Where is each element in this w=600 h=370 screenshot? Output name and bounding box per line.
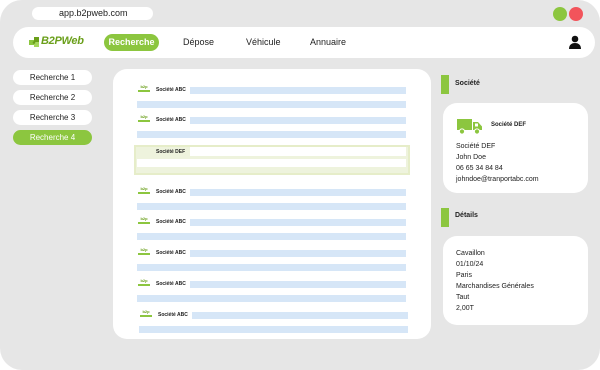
nav-annuaire[interactable]: Annuaire bbox=[310, 35, 346, 49]
top-navbar: B2PWeb Recherche Dépose Véhicule Annuair… bbox=[13, 27, 595, 58]
details-section-title: Détails bbox=[455, 212, 478, 219]
detail-origin: Cavaillon bbox=[456, 250, 485, 257]
result-row[interactable]: b2p Société ABC bbox=[113, 74, 431, 108]
company-section-title: Société bbox=[455, 80, 480, 87]
app-window: app.b2pweb.com B2PWeb Recherche Dépose V… bbox=[0, 0, 600, 370]
placeholder-line bbox=[190, 117, 406, 124]
company-name: Société ABC bbox=[156, 219, 186, 225]
placeholder-line bbox=[190, 219, 406, 226]
placeholder-line bbox=[139, 326, 408, 333]
result-row[interactable]: b2p Société ABC bbox=[113, 268, 431, 302]
card-company-name: Société DEF bbox=[491, 122, 527, 128]
url-bar[interactable]: app.b2pweb.com bbox=[32, 7, 153, 20]
b2pweb-logo[interactable]: B2PWeb bbox=[29, 35, 84, 50]
placeholder-line bbox=[190, 87, 406, 94]
company-name: Société ABC bbox=[156, 189, 186, 195]
result-row[interactable]: b2p Société ABC bbox=[113, 237, 431, 271]
result-row[interactable]: b2p Société ABC bbox=[113, 104, 431, 138]
company-logo-icon: b2p bbox=[138, 217, 150, 228]
nav-depose[interactable]: Dépose bbox=[183, 35, 214, 49]
email-address[interactable]: johndoe@tranportabc.com bbox=[456, 176, 539, 183]
sidebar-item-recherche-1[interactable]: Recherche 1 bbox=[13, 70, 92, 85]
phone-number: 06 65 34 84 84 bbox=[456, 165, 503, 172]
company-logo-icon: b2p bbox=[138, 279, 150, 290]
detail-date: 01/10/24 bbox=[456, 261, 484, 268]
result-row[interactable]: b2p Société ABC bbox=[113, 299, 431, 333]
placeholder-line bbox=[192, 312, 408, 319]
placeholder-line bbox=[137, 159, 406, 167]
truck-icon bbox=[457, 119, 482, 135]
result-row[interactable]: b2p Société ABC bbox=[113, 176, 431, 210]
company-logo-icon: b2p bbox=[138, 85, 150, 96]
sidebar-item-recherche-2[interactable]: Recherche 2 bbox=[13, 90, 92, 105]
company-logo-icon: b2p bbox=[140, 310, 152, 321]
company-name: Société ABC bbox=[158, 312, 188, 318]
company-logo-icon: b2p bbox=[138, 248, 150, 259]
details-card: Cavaillon 01/10/24 Paris Marchandises Gé… bbox=[443, 236, 588, 325]
detail-vehicle: Taut bbox=[456, 294, 470, 301]
company-name: Société ABC bbox=[156, 87, 186, 93]
result-row[interactable]: b2p Société ABC bbox=[113, 206, 431, 240]
window-maximize-button[interactable] bbox=[553, 7, 567, 21]
logo-text: B2PWeb bbox=[41, 35, 84, 47]
window-close-button[interactable] bbox=[569, 7, 583, 21]
nav-recherche[interactable]: Recherche bbox=[104, 34, 159, 51]
detail-goods: Marchandises Générales bbox=[456, 283, 534, 290]
sidebar-item-recherche-4[interactable]: Recherche 4 bbox=[13, 130, 92, 145]
company-name: Société ABC bbox=[156, 250, 186, 256]
company-name: Société ABC bbox=[156, 281, 186, 287]
detail-destination: Paris bbox=[456, 272, 472, 279]
sidebar-item-recherche-3[interactable]: Recherche 3 bbox=[13, 110, 92, 125]
placeholder-line bbox=[190, 189, 406, 196]
section-marker bbox=[441, 75, 449, 94]
result-row-selected[interactable]: Société DEF bbox=[113, 139, 431, 175]
placeholder-line bbox=[190, 281, 406, 288]
placeholder-line bbox=[137, 131, 406, 138]
company-logo-icon: b2p bbox=[138, 115, 150, 126]
company-logo-icon: b2p bbox=[138, 187, 150, 198]
results-list: b2p Société ABC b2p Société ABC Société … bbox=[113, 69, 431, 339]
detail-weight: 2,00T bbox=[456, 305, 474, 312]
section-marker bbox=[441, 208, 449, 227]
company-name: Société ABC bbox=[156, 117, 186, 123]
nav-vehicule[interactable]: Véhicule bbox=[246, 35, 281, 49]
placeholder-line bbox=[190, 147, 406, 156]
company-card: Société DEF Société DEF John Doe 06 65 3… bbox=[443, 103, 588, 193]
placeholder-line bbox=[190, 250, 406, 257]
company-name: Société DEF bbox=[156, 149, 186, 155]
user-avatar-icon[interactable] bbox=[567, 34, 583, 50]
puzzle-logo-icon bbox=[29, 37, 39, 47]
contact-name: John Doe bbox=[456, 154, 486, 161]
company-name-line: Société DEF bbox=[456, 143, 496, 150]
